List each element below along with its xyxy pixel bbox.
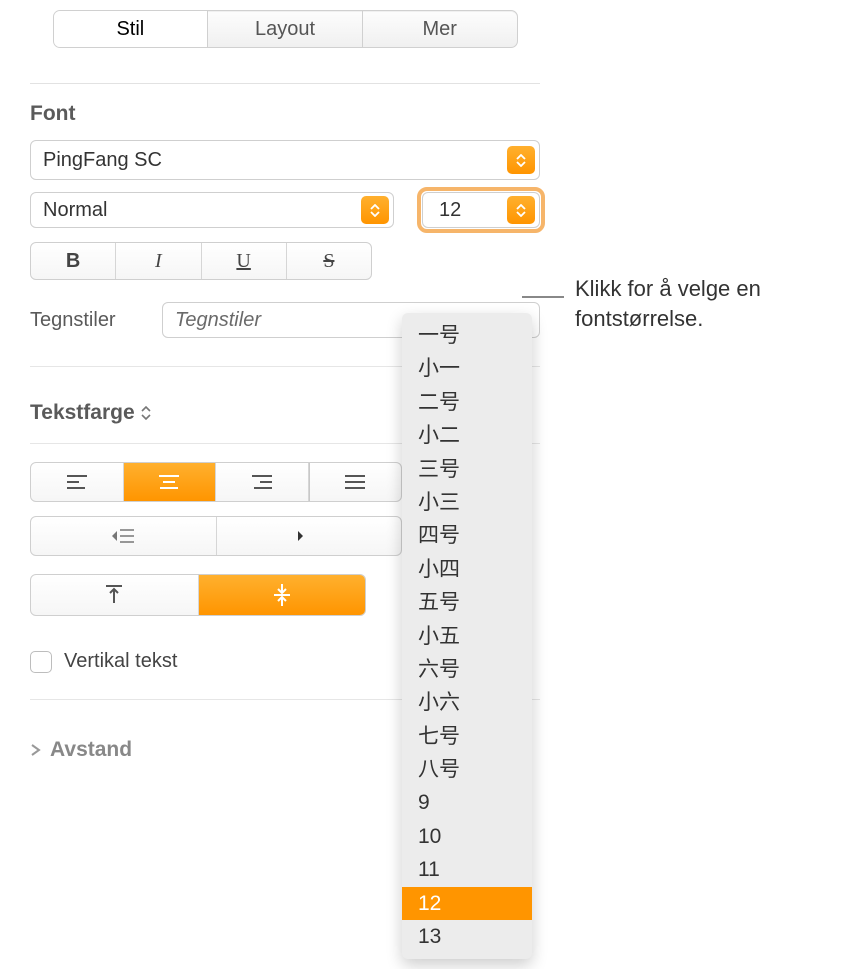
font-size-option[interactable]: 小二 (402, 419, 532, 452)
font-size-dropdown[interactable]: 12 (422, 192, 540, 228)
bold-button[interactable]: B (31, 243, 116, 279)
font-size-option[interactable]: 八号 (402, 753, 532, 786)
increase-indent-button[interactable] (217, 517, 402, 555)
font-size-option[interactable]: 一号 (402, 319, 532, 352)
callout-text: Klikk for å velge en fontstørrelse. (575, 274, 825, 333)
tab-mer[interactable]: Mer (363, 11, 517, 47)
vertical-text-label: Vertikal tekst (64, 650, 177, 673)
italic-button[interactable]: I (116, 243, 201, 279)
text-style-buttons: B I U S (30, 242, 372, 280)
text-color-label: Tekstfarge (30, 401, 135, 425)
align-center-button[interactable] (124, 463, 217, 501)
strikethrough-button[interactable]: S (287, 243, 371, 279)
align-left-button[interactable] (31, 463, 124, 501)
indent-buttons (30, 516, 402, 556)
font-size-option[interactable]: 13 (402, 920, 532, 953)
dropdown-arrows-icon (507, 146, 535, 174)
font-size-option[interactable]: 四号 (402, 519, 532, 552)
font-family-dropdown[interactable]: PingFang SC (30, 140, 540, 180)
font-weight-value: Normal (43, 199, 361, 222)
underline-button[interactable]: U (202, 243, 287, 279)
character-styles-label: Tegnstiler (30, 309, 152, 332)
font-section-label: Font (30, 102, 540, 126)
valign-top-button[interactable] (31, 575, 199, 615)
font-weight-dropdown[interactable]: Normal (30, 192, 394, 228)
align-right-button[interactable] (216, 463, 309, 501)
font-size-option[interactable]: 12 (402, 887, 532, 920)
font-size-option[interactable]: 小五 (402, 620, 532, 653)
font-size-option[interactable]: 五号 (402, 586, 532, 619)
font-size-option[interactable]: 小四 (402, 553, 532, 586)
decrease-indent-button[interactable] (31, 517, 217, 555)
font-size-menu[interactable]: 一号小一二号小二三号小三四号小四五号小五六号小六七号八号910111213 (402, 313, 532, 959)
segmented-tabs: Stil Layout Mer (53, 10, 518, 48)
font-size-option[interactable]: 11 (402, 853, 532, 886)
valign-middle-button[interactable] (199, 575, 366, 615)
font-size-value: 12 (435, 199, 507, 222)
divider (30, 83, 540, 84)
font-size-option[interactable]: 六号 (402, 653, 532, 686)
font-size-option[interactable]: 三号 (402, 453, 532, 486)
text-color-disclosure-icon[interactable] (141, 406, 151, 420)
font-size-option[interactable]: 小三 (402, 486, 532, 519)
font-size-option[interactable]: 小一 (402, 352, 532, 385)
tab-layout[interactable]: Layout (208, 11, 363, 47)
horizontal-alignment-buttons (30, 462, 402, 502)
dropdown-arrows-icon (361, 196, 389, 224)
avstand-label[interactable]: Avstand (50, 738, 132, 762)
font-size-option[interactable]: 二号 (402, 386, 532, 419)
chevron-right-icon[interactable] (30, 744, 42, 756)
vertical-text-checkbox[interactable] (30, 651, 52, 673)
dropdown-arrows-icon (507, 196, 535, 224)
font-family-value: PingFang SC (43, 149, 507, 172)
align-justify-button[interactable] (309, 463, 402, 501)
vertical-alignment-buttons (30, 574, 366, 616)
font-size-option[interactable]: 七号 (402, 720, 532, 753)
font-size-option[interactable]: 小六 (402, 686, 532, 719)
font-size-option[interactable]: 10 (402, 820, 532, 853)
callout-leader-line (522, 296, 564, 298)
tab-stil[interactable]: Stil (54, 11, 209, 47)
font-size-option[interactable]: 9 (402, 786, 532, 819)
